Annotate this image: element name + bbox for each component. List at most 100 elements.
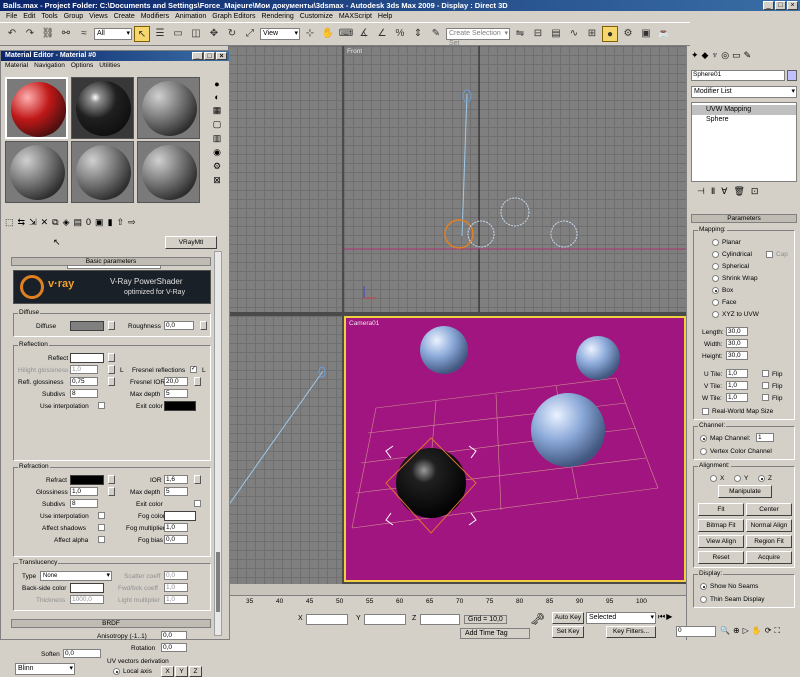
fresnel-checkbox[interactable]: ✓ [190, 366, 197, 373]
mat-maximize-button[interactable]: □ [204, 52, 215, 60]
create-tab-icon[interactable]: ✦ [691, 50, 699, 64]
render-setup-icon[interactable]: ⚙ [620, 26, 636, 42]
v-tile-field[interactable]: 1,0 [726, 381, 748, 390]
acquire-button[interactable]: Acquire [746, 551, 792, 564]
set-key-button[interactable]: Set Key [552, 626, 584, 638]
pick-material-icon[interactable]: ↖ [53, 237, 61, 248]
make-unique-icon[interactable]: ◈ [63, 217, 70, 231]
refr-subdivs-field[interactable]: 8 [70, 499, 98, 508]
real-world-checkbox[interactable] [702, 408, 709, 415]
selected-dropdown[interactable]: Selected [586, 612, 656, 624]
quick-render-icon[interactable]: ☕ [656, 26, 672, 42]
menu-edit[interactable]: Edit [23, 11, 35, 22]
w-tile-field[interactable]: 1,0 [726, 393, 748, 402]
make-copy-icon[interactable]: ⧉ [52, 217, 58, 231]
viewport-front[interactable]: Front [344, 46, 686, 312]
mat-scrollbar[interactable] [214, 251, 222, 636]
menu-create[interactable]: Create [114, 11, 135, 22]
fog-multiplier-field[interactable]: 1,0 [164, 523, 188, 532]
view-align-button[interactable]: View Align [698, 535, 744, 548]
remove-modifier-icon[interactable]: 🗑 [733, 186, 744, 198]
length-field[interactable]: 30,0 [726, 327, 748, 336]
put-to-scene-icon[interactable]: ⇆ [18, 217, 26, 231]
edit-named-sel-icon[interactable]: ✎ [428, 26, 444, 42]
normal-align-button[interactable]: Normal Align [746, 519, 792, 532]
modifier-list-dropdown[interactable]: Modifier List [691, 86, 797, 98]
pan-icon[interactable]: ✋ [752, 626, 762, 638]
material-editor-icon[interactable]: ● [602, 26, 618, 42]
refl-max-depth-field[interactable]: 5 [164, 389, 188, 398]
thin-seam-radio[interactable] [700, 596, 707, 603]
sample-slot-5[interactable] [71, 141, 134, 203]
v-flip-checkbox[interactable] [762, 382, 769, 389]
object-name-field[interactable]: Sphere01 [691, 70, 785, 81]
spherical-radio[interactable] [712, 263, 719, 270]
viewport-perspective[interactable] [228, 316, 342, 584]
region-fit-button[interactable]: Region Fit [746, 535, 792, 548]
modify-tab-icon[interactable]: ◆ [702, 50, 709, 64]
pivot-icon[interactable]: ⊹ [302, 26, 318, 42]
mat-menu-utilities[interactable]: Utilities [99, 61, 120, 71]
roughness-map-button[interactable] [200, 321, 207, 330]
make-preview-icon[interactable]: ◉ [209, 147, 225, 158]
anisotropy-field[interactable]: 0,0 [161, 631, 187, 640]
manipulate-icon[interactable]: ✋ [320, 26, 336, 42]
roughness-field[interactable]: 0,0 [164, 321, 194, 330]
local-axis-radio[interactable] [113, 668, 120, 675]
go-forward-sibling-icon[interactable]: ⇨ [128, 217, 136, 231]
stack-item-uvw[interactable]: UVW Mapping [692, 105, 796, 115]
auto-key-button[interactable]: Auto Key [552, 612, 584, 624]
menu-animation[interactable]: Animation [175, 11, 206, 22]
refract-color-swatch[interactable] [70, 475, 104, 485]
redo-icon[interactable]: ↷ [22, 26, 38, 42]
render-frame-icon[interactable]: ▣ [638, 26, 654, 42]
close-button[interactable]: × [787, 1, 798, 10]
mat-menu-options[interactable]: Options [71, 61, 93, 71]
window-crossing-icon[interactable]: ◫ [188, 26, 204, 42]
axis-y-button[interactable]: Y [175, 666, 188, 677]
menu-customize[interactable]: Customize [300, 11, 333, 22]
u-tile-field[interactable]: 1,0 [726, 369, 748, 378]
fog-color-swatch[interactable] [164, 511, 196, 521]
video-color-check-icon[interactable]: ▥ [209, 133, 225, 144]
basic-params-rollout[interactable]: Basic parameters [11, 257, 211, 266]
play-icon[interactable]: ▶ [666, 612, 672, 624]
current-frame-field[interactable]: 0 [676, 626, 716, 637]
show-map-icon[interactable]: ▣ [95, 217, 104, 231]
named-selection-set-dropdown[interactable]: Create Selection Set [446, 28, 510, 47]
material-type-button[interactable]: VRayMtl [165, 236, 217, 249]
uv-tiling-icon[interactable]: ▢ [209, 119, 225, 130]
planar-radio[interactable] [712, 239, 719, 246]
diffuse-color-swatch[interactable] [70, 321, 104, 331]
parameters-rollout[interactable]: Parameters [691, 214, 797, 223]
show-no-seams-radio[interactable] [700, 583, 707, 590]
refr-interp-checkbox[interactable] [98, 512, 105, 519]
add-time-tag[interactable]: Add Time Tag [460, 628, 530, 639]
snap-icon[interactable]: ∡ [356, 26, 372, 42]
menu-help[interactable]: Help [378, 11, 392, 22]
show-end-result-stack-icon[interactable]: Ⅱ [711, 186, 715, 198]
axis-x-button[interactable]: X [161, 666, 174, 677]
refl-gloss-map-button[interactable] [108, 377, 115, 386]
menu-maxscript[interactable]: MAXScript [339, 11, 372, 22]
put-to-library-icon[interactable]: ▤ [74, 217, 83, 231]
select-object-icon[interactable]: ↖ [134, 26, 150, 42]
pin-stack-icon[interactable]: ⊣ [697, 186, 705, 198]
thickness-field[interactable]: 1000,0 [70, 595, 104, 604]
width-field[interactable]: 30,0 [726, 339, 748, 348]
refr-exit-color-checkbox[interactable] [194, 500, 201, 507]
material-id-icon[interactable]: 0 [86, 217, 91, 231]
sample-slot-3[interactable] [137, 77, 200, 139]
sample-slot-6[interactable] [137, 141, 200, 203]
coord-z-field[interactable] [420, 614, 460, 625]
hilight-map-button[interactable] [108, 365, 115, 374]
box-radio[interactable] [712, 287, 719, 294]
fresnel-ior-map-button[interactable] [194, 377, 201, 386]
rotation-field[interactable]: 0,0 [161, 643, 187, 652]
key-icon[interactable]: 🗝 [530, 612, 545, 626]
xyz-to-uvw-radio[interactable] [712, 311, 719, 318]
viewport-top[interactable] [228, 46, 342, 312]
fit-button[interactable]: Fit [698, 503, 744, 516]
center-button[interactable]: Center [746, 503, 792, 516]
brdf-type-dropdown[interactable]: Blinn [15, 663, 75, 675]
